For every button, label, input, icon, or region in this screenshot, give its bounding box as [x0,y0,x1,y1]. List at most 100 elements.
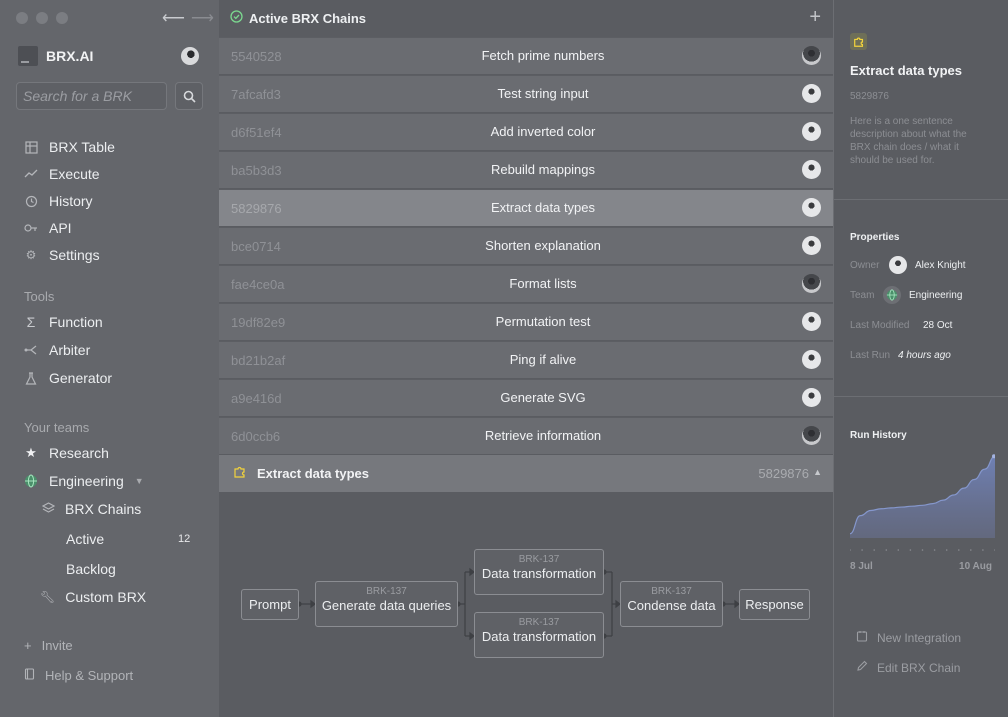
forward-arrow-icon[interactable]: ⟶ [191,8,214,28]
table-row[interactable]: bce0714 Shorten explanation [219,227,833,264]
invite-link[interactable]: + Invite [24,638,73,653]
last-run-value: 4 hours ago [898,350,951,361]
chain-name: Extract data types [490,200,596,215]
help-support-link[interactable]: Help & Support [24,668,133,683]
table-row[interactable]: a9e416d Generate SVG [219,379,833,416]
nav-item-arbiter[interactable]: Arbiter [24,342,90,358]
chain-name: Retrieve information [484,428,602,443]
chart-tick [994,549,996,551]
modified-value: 28 Oct [923,320,953,331]
nav-item-api[interactable]: API [24,220,72,236]
flow-node-generate-queries[interactable]: BRK-137 Generate data queries [315,581,458,627]
search-button[interactable] [175,82,203,110]
table-row[interactable]: d6f51ef4 Add inverted color [219,113,833,150]
chain-name: Generate SVG [500,390,586,405]
brand-name: BRX.AI [46,48,94,64]
owner-avatar [802,350,821,369]
puzzle-icon [850,33,867,50]
chart-tick [958,549,960,551]
chart-tick [861,549,863,551]
run-history-svg [849,454,996,551]
table-row[interactable]: 5829876 Extract data types [219,189,833,226]
team-item-engineering[interactable]: Engineering ▼ [24,473,144,489]
table-row[interactable]: 6d0ccb6 Retrieve information [219,417,833,454]
sidebar-item-custom-brx[interactable]: 🔧︎ Custom BRX [40,589,146,605]
flow-node-transform-bottom[interactable]: BRK-137 Data transformation [474,612,604,658]
invite-label: Invite [41,638,73,653]
flow-node-response[interactable]: Response [739,589,810,620]
node-tag: BRK-137 [366,586,407,597]
nav-item-settings[interactable]: ⚙ Settings [24,247,100,263]
back-arrow-icon[interactable]: ⟵ [162,8,185,28]
globe-icon [24,474,38,488]
new-integration-button[interactable]: New Integration [856,630,961,645]
history-icon [24,194,38,208]
search-input[interactable] [17,83,166,109]
flow-node-condense[interactable]: BRK-137 Condense data [620,581,723,627]
flow-node-prompt[interactable]: Prompt [241,589,299,620]
main-content: Active BRX Chains + 5540528 Fetch prime n… [219,0,833,717]
teams-heading: Your teams [24,420,90,435]
owner-avatar [802,312,821,331]
nav-label: Arbiter [49,342,91,358]
puzzle-icon [233,465,247,484]
sidebar-item-backlog[interactable]: Backlog [66,561,116,577]
nav-item-generator[interactable]: Generator [24,370,112,386]
sigma-icon: Σ [26,314,36,330]
selected-chain-title: Extract data types [257,466,369,481]
key-icon [24,221,38,235]
flow-node-transform-top[interactable]: BRK-137 Data transformation [474,549,604,595]
table-row[interactable]: 5540528 Fetch prime numbers [219,37,833,74]
sidebar-item-label: Custom BRX [65,589,147,605]
table-row[interactable]: 7afcafd3 Test string input [219,75,833,112]
book-icon [24,668,35,683]
team-label: Engineering [49,473,124,489]
panel-description: Here is a one sentence description about… [850,116,967,166]
table-row[interactable]: bd21b2af Ping if alive [219,341,833,378]
nav-item-brx-table[interactable]: BRX Table [24,139,115,155]
edit-chain-button[interactable]: Edit BRX Chain [856,660,960,675]
owner-avatar [802,160,821,179]
user-avatar[interactable] [181,47,199,65]
owner-avatar [802,426,821,445]
sidebar-item-label: Backlog [66,561,116,577]
chart-end-label: 10 Aug [959,561,992,572]
sidebar-item-active[interactable]: Active [66,531,104,547]
nav-item-function[interactable]: Σ Function [24,314,103,330]
collapse-caret-icon[interactable]: ▲ [813,467,822,477]
owner-avatar [889,256,907,274]
last-run-key: Last Run [850,350,891,361]
owner-key: Owner [850,260,880,271]
nav-item-execute[interactable]: Execute [24,166,100,182]
chain-name: Rebuild mappings [490,162,596,177]
window-controls [16,12,68,24]
owner-avatar [802,388,821,407]
modified-key: Last Modified [850,320,910,331]
tools-heading: Tools [24,289,55,304]
chain-name: Permutation test [495,314,591,329]
selected-chain-bar[interactable]: Extract data types 5829876 ▲ [219,455,833,492]
nav-label: Generator [49,370,113,386]
table-row[interactable]: ba5b3d3 Rebuild mappings [219,151,833,188]
minimize-window-button[interactable] [36,12,48,24]
add-chain-button[interactable]: + [809,6,821,29]
maximize-window-button[interactable] [56,12,68,24]
node-tag: BRK-137 [651,586,692,597]
team-item-research[interactable]: ★ Research [24,445,109,461]
search-box [16,82,167,110]
sidebar-item-brx-chains[interactable]: BRX Chains [41,501,141,517]
close-window-button[interactable] [16,12,28,24]
selected-chain-id: 5829876 [758,466,809,481]
gear-icon: ⚙ [25,248,37,262]
owner-avatar [802,84,821,103]
chevron-down-icon[interactable]: ▼ [135,476,144,486]
integration-icon [856,630,868,645]
team-label: Research [49,445,109,461]
table-row[interactable]: 19df82e9 Permutation test [219,303,833,340]
sidebar: ⟵ ⟶ BRX.AI BRX Table Execute History API… [0,0,219,717]
chart-area [850,456,995,538]
table-row[interactable]: fae4ce0a Format lists [219,265,833,302]
nav-item-history[interactable]: History [24,193,93,209]
node-label: Data transformation [481,566,597,581]
trend-icon [24,167,38,181]
